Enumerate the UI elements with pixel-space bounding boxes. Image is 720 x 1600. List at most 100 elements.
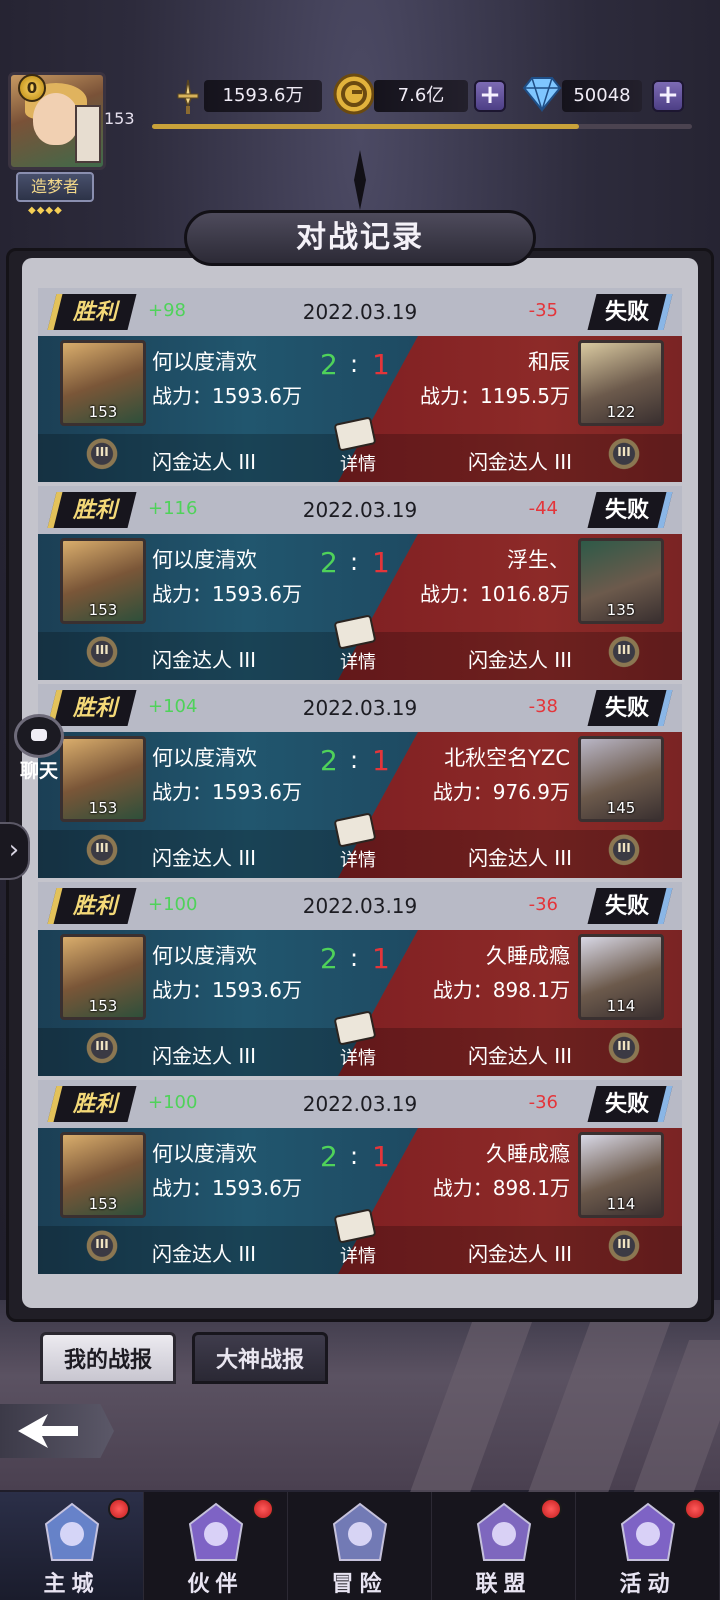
battle-record: 胜利 +98 2022.03.19 -35 失败 153 何以度清欢 战力：15… — [38, 288, 682, 482]
record-date: 2022.03.19 — [302, 498, 418, 522]
detail-button[interactable]: 详情 — [330, 614, 386, 678]
opponent-rank: 闪金达人 III — [467, 450, 572, 474]
opponent-name: 久睡成瘾 — [486, 944, 570, 968]
player-portrait[interactable]: 153 — [60, 934, 146, 1020]
player-portrait[interactable]: 153 — [60, 736, 146, 822]
score-separator: : — [350, 350, 359, 378]
player-rank: 闪金达人 III — [152, 450, 257, 474]
points-lost: -36 — [528, 1092, 558, 1113]
record-body: 153 何以度清欢 战力：1593.6万 III 闪金达人 III 2 : 1 … — [38, 930, 682, 1076]
opponent-portrait[interactable]: 135 — [578, 538, 664, 624]
player-portrait[interactable]: 153 — [60, 1132, 146, 1218]
detail-button[interactable]: 详情 — [330, 1010, 386, 1074]
battle-record: 胜利 +100 2022.03.19 -36 失败 153 何以度清欢 战力：1… — [38, 1080, 682, 1274]
detail-button[interactable]: 详情 — [330, 812, 386, 876]
record-header: 胜利 +116 2022.03.19 -44 失败 — [38, 486, 682, 534]
rank-emblem-icon: III — [598, 434, 650, 478]
opponent-portrait-level: 145 — [606, 799, 636, 817]
lose-tag: 失败 — [587, 690, 673, 726]
opponent-portrait[interactable]: 114 — [578, 934, 664, 1020]
diamond-value: 50048 — [562, 80, 642, 112]
record-header: 胜利 +98 2022.03.19 -35 失败 — [38, 288, 682, 336]
score-winner: 2 — [320, 1140, 338, 1173]
back-button[interactable] — [0, 1404, 114, 1458]
player-portrait[interactable]: 153 — [60, 538, 146, 624]
detail-label: 详情 — [340, 652, 376, 673]
title-stars: ◆◆◆◆ — [28, 205, 63, 216]
record-header: 胜利 +100 2022.03.19 -36 失败 — [38, 1080, 682, 1128]
record-body: 153 何以度清欢 战力：1593.6万 III 闪金达人 III 2 : 1 … — [38, 534, 682, 680]
opponent-portrait[interactable]: 145 — [578, 736, 664, 822]
tab-my-reports[interactable]: 我的战报 — [40, 1332, 176, 1384]
rank-emblem-icon: III — [598, 1226, 650, 1270]
points-lost: -44 — [528, 498, 558, 519]
player-rank: 闪金达人 III — [152, 846, 257, 870]
score-winner: 2 — [320, 546, 338, 579]
cards-icon — [620, 1502, 676, 1561]
tab-master-reports[interactable]: 大神战报 — [192, 1332, 328, 1384]
nav-label: 主城 — [43, 1571, 100, 1597]
add-gold-button[interactable]: + — [474, 80, 506, 112]
detail-button[interactable]: 详情 — [330, 1208, 386, 1272]
player-portrait-level: 153 — [88, 1195, 118, 1213]
nav-shield[interactable]: 联盟 — [432, 1492, 576, 1600]
chat-button[interactable]: 聊天 — [8, 710, 68, 786]
detail-label: 详情 — [340, 1246, 376, 1267]
castle-icon — [44, 1502, 100, 1561]
chevron-right-icon[interactable]: › — [0, 822, 30, 880]
rank-emblem-icon: III — [76, 1028, 128, 1072]
add-diamond-button[interactable]: + — [652, 80, 684, 112]
score-separator: : — [350, 548, 359, 576]
opponent-name: 久睡成瘾 — [486, 1142, 570, 1166]
scroll-icon — [333, 812, 377, 848]
opponent-power: 战力：1195.5万 — [420, 384, 570, 408]
panel-title: 对战记录 — [296, 220, 424, 255]
score-loser: 1 — [372, 942, 390, 975]
points-lost: -38 — [528, 696, 558, 717]
lose-tag: 失败 — [587, 1086, 673, 1122]
scroll-icon — [333, 614, 377, 650]
player-title-badge[interactable]: 造梦者 — [16, 172, 94, 202]
nav-compass[interactable]: 冒险 — [288, 1492, 432, 1600]
battle-record: 胜利 +100 2022.03.19 -36 失败 153 何以度清欢 战力：1… — [38, 882, 682, 1076]
chat-bubble-icon — [14, 714, 64, 758]
rank-emblem-icon: III — [76, 830, 128, 874]
player-level: 153 — [104, 109, 135, 128]
player-portrait[interactable]: 153 — [60, 340, 146, 426]
detail-button[interactable]: 详情 — [330, 416, 386, 480]
player-portrait-level: 153 — [88, 601, 118, 619]
record-body: 153 何以度清欢 战力：1593.6万 III 闪金达人 III 2 : 1 … — [38, 732, 682, 878]
chat-label: 聊天 — [19, 760, 58, 782]
record-header: 胜利 +100 2022.03.19 -36 失败 — [38, 882, 682, 930]
gold-value: 7.6亿 — [374, 80, 468, 112]
nav-cards[interactable]: 活动 — [576, 1492, 720, 1600]
player-power: 战力：1593.6万 — [152, 384, 302, 408]
record-date: 2022.03.19 — [302, 894, 418, 918]
nav-label: 联盟 — [475, 1571, 532, 1597]
rank-emblem-icon: III — [598, 632, 650, 676]
player-portrait-level: 153 — [88, 403, 118, 421]
level-progress-fill — [152, 124, 579, 129]
opponent-portrait[interactable]: 114 — [578, 1132, 664, 1218]
opponent-portrait[interactable]: 122 — [578, 340, 664, 426]
player-name: 何以度清欢 — [152, 1142, 257, 1166]
nav-label: 活动 — [619, 1571, 676, 1597]
lose-tag: 失败 — [587, 492, 673, 528]
detail-label: 详情 — [340, 1048, 376, 1069]
sword-icon — [177, 79, 199, 114]
player-portrait-level: 153 — [88, 799, 118, 817]
notification-dot — [252, 1498, 274, 1520]
witch-hat-icon — [188, 1502, 244, 1561]
rank-emblem-icon: III — [598, 1028, 650, 1072]
player-power: 战力：1593.6万 — [152, 1176, 302, 1200]
rank-emblem-icon: III — [76, 1226, 128, 1270]
opponent-portrait-level: 114 — [606, 1195, 636, 1213]
crescent-ornament-icon — [354, 150, 366, 210]
nav-witch-hat[interactable]: 伙伴 — [144, 1492, 288, 1600]
scroll-icon — [333, 1208, 377, 1244]
rank-emblem-icon: III — [598, 830, 650, 874]
nav-castle[interactable]: 主城 — [0, 1492, 144, 1600]
opponent-name: 北秋空名YZC — [444, 746, 570, 770]
opponent-portrait-level: 135 — [606, 601, 636, 619]
back-arrow-icon — [18, 1414, 78, 1448]
